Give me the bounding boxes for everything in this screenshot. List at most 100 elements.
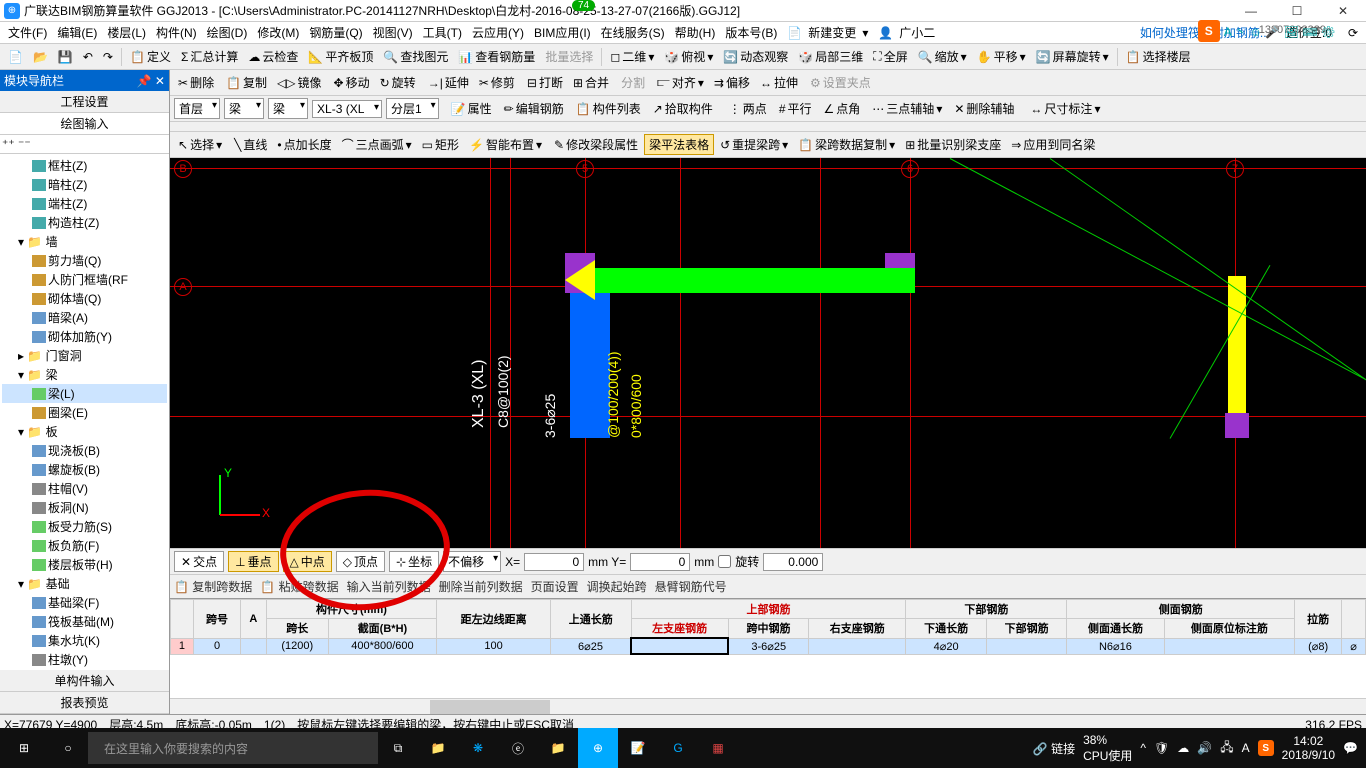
tray-net-icon[interactable]: 🖧 <box>1220 738 1233 759</box>
tab-project-settings[interactable]: 工程设置 <box>0 91 169 113</box>
tree-item[interactable]: 板负筋(F) <box>2 536 167 555</box>
offset-button[interactable]: ⇉ 偏移 <box>710 74 754 91</box>
snap-mid[interactable]: △ 中点 <box>283 551 332 572</box>
tray-up-icon[interactable]: ^ <box>1140 741 1146 755</box>
tree-item[interactable]: 集水坑(K) <box>2 631 167 650</box>
tree-item[interactable]: 螺旋板(B) <box>2 460 167 479</box>
y-input[interactable] <box>630 553 690 571</box>
menu-floor[interactable]: 楼层(L) <box>103 24 150 41</box>
tray-link[interactable]: 🔗 链接 <box>1033 740 1075 757</box>
flat-button[interactable]: 📐 平齐板顶 <box>304 48 377 65</box>
edit-rebar-button[interactable]: ✏ 编辑钢筋 <box>500 100 568 117</box>
flat-method-button[interactable]: 梁平法表格 <box>644 134 714 155</box>
tree-item[interactable]: 框柱(Z) <box>2 156 167 175</box>
offset-dropdown[interactable]: 不偏移 <box>443 551 501 572</box>
tree-item[interactable]: 楼层板带(H) <box>2 555 167 574</box>
snap-intersect[interactable]: ✕ 交点 <box>174 551 224 572</box>
horizontal-scrollbar[interactable] <box>170 698 1366 714</box>
dimension-button[interactable]: ↔ 尺寸标注 ▾ <box>1026 100 1104 117</box>
tree-item[interactable]: 筏板基础(M) <box>2 612 167 631</box>
del-axis-button[interactable]: ✕ 删除辅轴 <box>950 100 1018 117</box>
parallel-button[interactable]: # 平行 <box>775 100 816 117</box>
tray-clock[interactable]: 14:022018/9/10 <box>1282 734 1335 762</box>
refresh-icon[interactable]: ⟳ <box>1344 26 1362 40</box>
break-button[interactable]: ⊟ 打断 <box>523 74 567 91</box>
snap-perp[interactable]: ⊥ 垂点 <box>228 551 278 572</box>
merge-button[interactable]: ⊞ 合并 <box>569 74 613 91</box>
layer-dropdown[interactable]: 分层1 <box>386 98 439 119</box>
collapse-icon[interactable]: ⁻⁻ <box>18 137 31 151</box>
select-floor-button[interactable]: 📋 选择楼层 <box>1122 48 1195 65</box>
cloud-check-button[interactable]: ☁ 云检查 <box>244 48 302 65</box>
mirror-button[interactable]: ◁▷ 镜像 <box>273 74 325 91</box>
select-button[interactable]: ↖ 选择 ▾ <box>174 136 226 153</box>
new-icon[interactable]: 📄 <box>4 50 27 64</box>
undo-icon[interactable]: ↶ <box>79 50 97 64</box>
tree-item[interactable]: ▾ 📁 梁 <box>2 365 167 384</box>
task-ppt[interactable]: ▦ <box>698 728 738 768</box>
extend-button[interactable]: →| 延伸 <box>424 74 473 91</box>
menu-bim[interactable]: BIM应用(I) <box>530 24 595 41</box>
copy-button[interactable]: 📋 复制 <box>222 74 271 91</box>
task-app3[interactable]: 📁 <box>538 728 578 768</box>
find-button[interactable]: 🔍 查找图元 <box>379 48 452 65</box>
tree-item[interactable]: 剪力墙(Q) <box>2 251 167 270</box>
tab-report[interactable]: 报表预览 <box>0 692 169 714</box>
edit-span-button[interactable]: ✎ 修改梁段属性 <box>550 136 642 153</box>
rotate-input[interactable] <box>763 553 823 571</box>
menu-version[interactable]: 版本号(B) <box>721 24 781 41</box>
trim-button[interactable]: ✂ 修剪 <box>475 74 519 91</box>
tray-ime-a[interactable]: A <box>1242 741 1250 755</box>
task-view-icon[interactable]: ⧉ <box>378 728 418 768</box>
copy-span-button[interactable]: 📋 梁跨数据复制 ▾ <box>794 136 899 153</box>
tree-item[interactable]: ▾ 📁 基础 <box>2 574 167 593</box>
menu-help[interactable]: 帮助(H) <box>671 24 720 41</box>
tree-item[interactable]: 基础梁(F) <box>2 593 167 612</box>
attr-button[interactable]: 📝 属性 <box>447 100 496 117</box>
tree-item[interactable]: ▸ 📁 门窗洞 <box>2 346 167 365</box>
tab-single-input[interactable]: 单构件输入 <box>0 670 169 692</box>
table-row[interactable]: 1 0 (1200) 400*800/600 100 6⌀25 3-6⌀25 4… <box>171 638 1366 654</box>
menu-member[interactable]: 构件(N) <box>152 24 201 41</box>
tree-item[interactable]: 端柱(Z) <box>2 194 167 213</box>
tree-item[interactable]: 砌体加筋(Y) <box>2 327 167 346</box>
tree-item[interactable]: 现浇板(B) <box>2 441 167 460</box>
tray-vol-icon[interactable]: 🔊 <box>1197 741 1212 755</box>
snap-coord[interactable]: ⊹ 坐标 <box>389 551 439 572</box>
rotate-checkbox[interactable] <box>718 555 731 568</box>
cortana-icon[interactable]: ○ <box>48 728 88 768</box>
close-button[interactable]: ✕ <box>1320 0 1366 22</box>
new-change-button[interactable]: 📄 新建变更 ▾ <box>783 24 872 41</box>
menu-modify[interactable]: 修改(M) <box>253 24 303 41</box>
pt-length-button[interactable]: • 点加长度 <box>273 136 335 153</box>
menu-rebar[interactable]: 钢筋量(Q) <box>305 24 366 41</box>
page-setup[interactable]: 页面设置 <box>531 578 579 595</box>
pan-button[interactable]: ✋ 平移 ▾ <box>973 48 1030 65</box>
split-button[interactable]: 分割 <box>617 74 649 91</box>
member-list-button[interactable]: 📋 构件列表 <box>572 100 645 117</box>
sum-button[interactable]: Σ 汇总计算 <box>177 48 242 65</box>
drawing-canvas[interactable]: B 5 6 7 A XL-3 (XL) C8@100(2) 3-6⌀25 @10… <box>170 158 1366 548</box>
task-app2[interactable]: ❋ <box>458 728 498 768</box>
tree-item[interactable]: ▾ 📁 墙 <box>2 232 167 251</box>
tree-item[interactable]: ▾ 📁 板 <box>2 422 167 441</box>
tray-sogou-icon[interactable]: S <box>1258 740 1274 756</box>
tree-item[interactable]: 板洞(N) <box>2 498 167 517</box>
tree-item[interactable]: 柱帽(V) <box>2 479 167 498</box>
view-rebar-button[interactable]: 📊 查看钢筋量 <box>454 48 539 65</box>
tree-item[interactable]: 梁(L) <box>2 384 167 403</box>
type-dropdown[interactable]: 梁 <box>268 98 308 119</box>
menu-file[interactable]: 文件(F) <box>4 24 51 41</box>
x-input[interactable] <box>524 553 584 571</box>
floor-dropdown[interactable]: 首层 <box>174 98 220 119</box>
task-note[interactable]: 📝 <box>618 728 658 768</box>
tab-draw-input[interactable]: 绘图输入 <box>0 113 169 135</box>
tree-item[interactable]: 人防门框墙(RF <box>2 270 167 289</box>
snap-vertex[interactable]: ◇ 顶点 <box>336 551 385 572</box>
category-dropdown[interactable]: 梁 <box>224 98 264 119</box>
move-button[interactable]: ✥ 移动 <box>330 74 374 91</box>
batch-button[interactable]: 批量选择 <box>541 48 597 65</box>
input-col-data[interactable]: 输入当前列数据 <box>347 578 431 595</box>
maximize-button[interactable]: ☐ <box>1274 0 1320 22</box>
task-app4[interactable]: G <box>658 728 698 768</box>
